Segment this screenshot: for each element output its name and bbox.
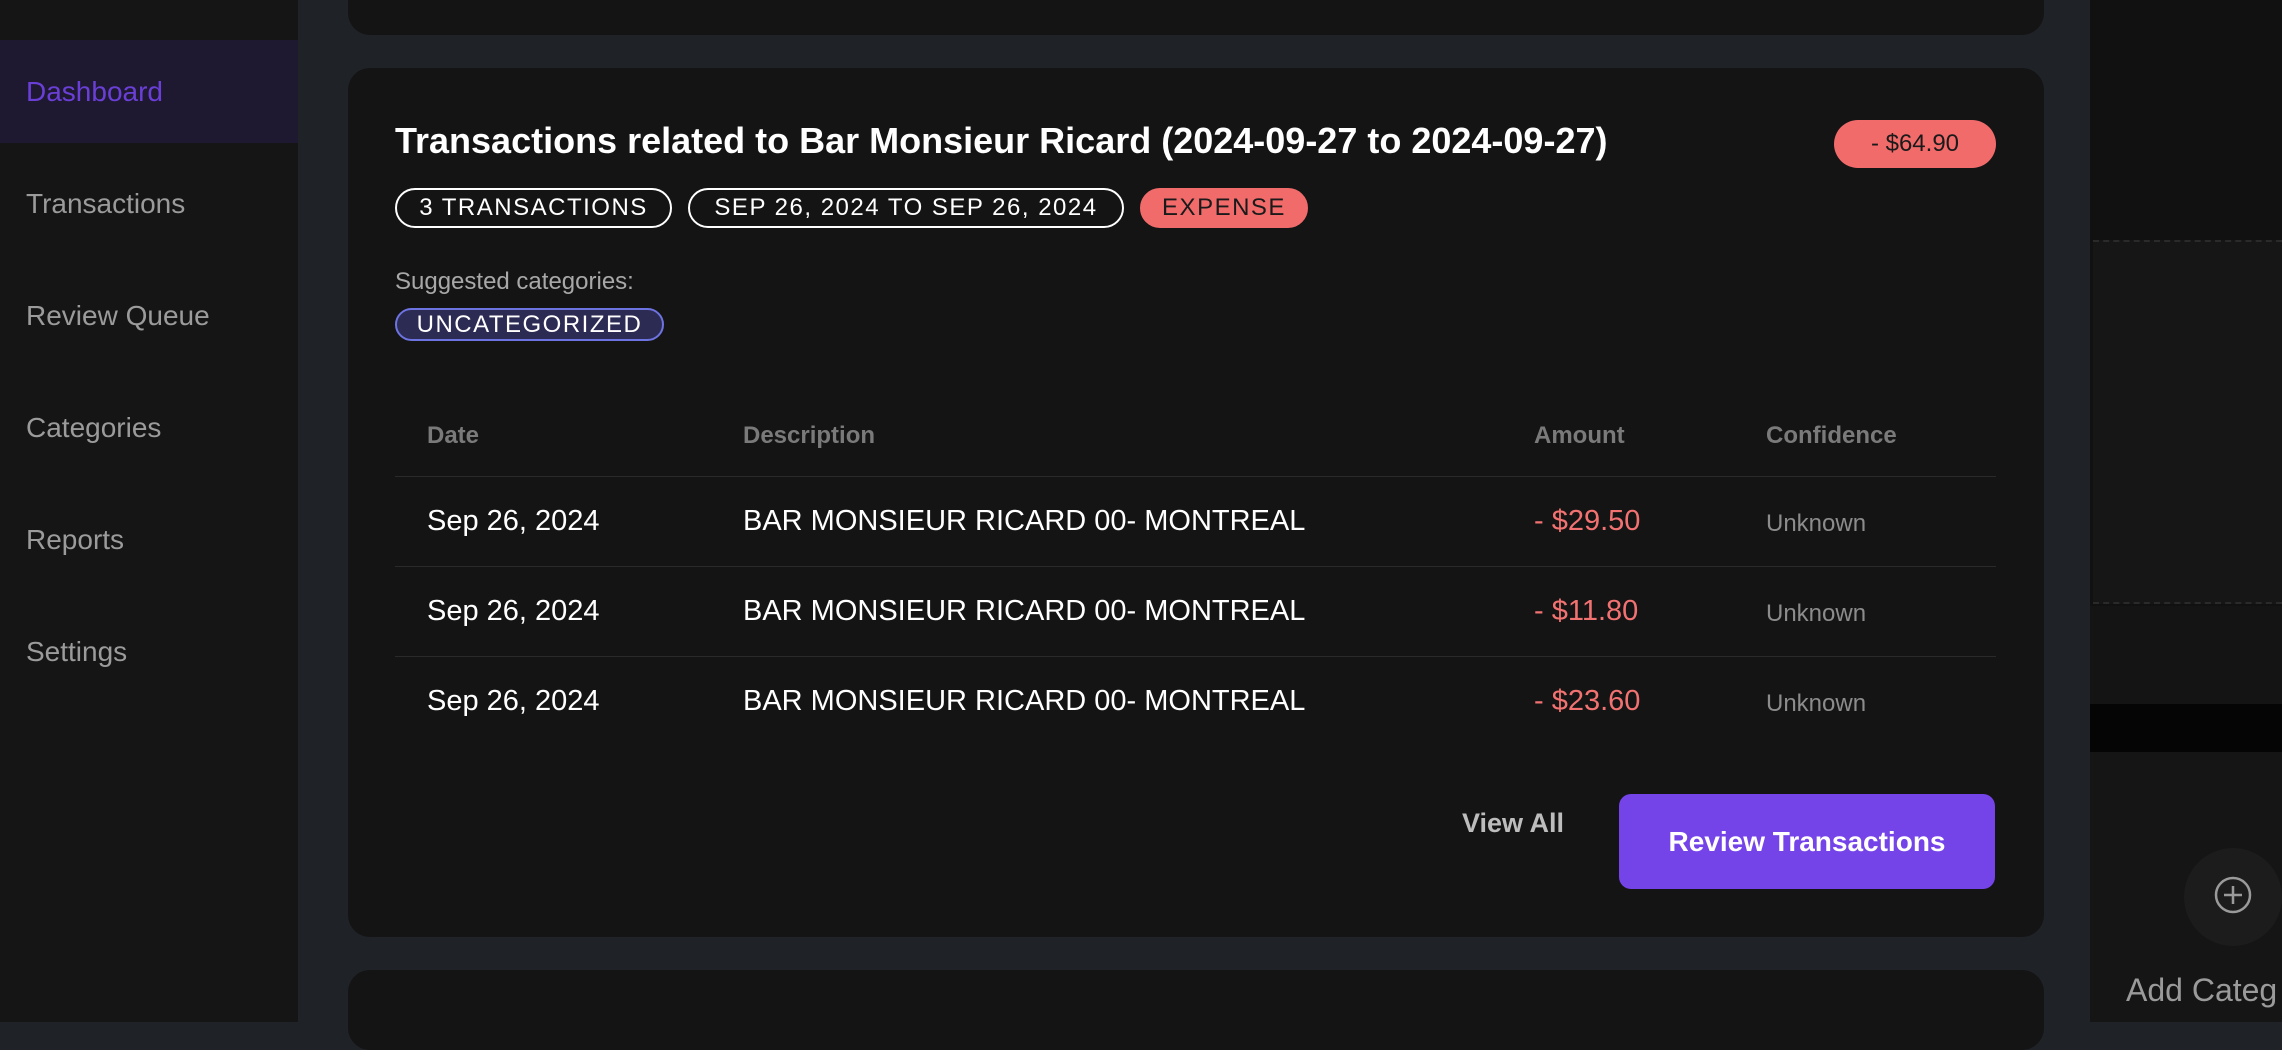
- suggested-categories-label: Suggested categories:: [395, 268, 634, 295]
- row-description: BAR MONSIEUR RICARD 00- MONTREAL: [743, 595, 1306, 627]
- sidebar-item-label: Categories: [26, 411, 162, 443]
- sidebar-item-categories[interactable]: Categories: [0, 376, 298, 479]
- row-confidence: Unknown: [1766, 600, 1867, 627]
- right-panel-divider: [2090, 704, 2282, 752]
- total-amount-badge: - $64.90: [1834, 120, 1996, 168]
- sidebar-item-label: Transactions: [26, 187, 186, 219]
- sidebar-item-reports[interactable]: Reports: [0, 488, 298, 591]
- column-header-confidence: Confidence: [1766, 422, 1897, 449]
- add-category-button[interactable]: [2184, 848, 2282, 946]
- row-date: Sep 26, 2024: [427, 505, 600, 537]
- sidebar-item-label: Dashboard: [26, 75, 163, 107]
- row-divider: [395, 476, 1996, 477]
- row-amount: - $11.80: [1534, 595, 1639, 627]
- transaction-count-chip: 3 TRANSACTIONS: [395, 188, 672, 228]
- row-divider: [395, 566, 1996, 567]
- column-header-amount: Amount: [1534, 422, 1625, 449]
- row-divider: [395, 656, 1996, 657]
- column-header-date: Date: [427, 422, 480, 449]
- row-date: Sep 26, 2024: [427, 595, 600, 627]
- add-category-label: Add Categ: [2126, 972, 2278, 1008]
- sidebar-item-label: Settings: [26, 635, 128, 667]
- row-confidence: Unknown: [1766, 690, 1867, 717]
- sidebar-item-transactions[interactable]: Transactions: [0, 152, 298, 255]
- row-amount: - $29.50: [1534, 505, 1641, 537]
- card-title: Transactions related to Bar Monsieur Ric…: [395, 120, 1608, 161]
- previous-card: [348, 0, 2044, 35]
- suggested-category-chip[interactable]: UNCATEGORIZED: [395, 308, 664, 341]
- sidebar-item-dashboard[interactable]: Dashboard: [0, 40, 298, 143]
- date-range-chip: SEP 26, 2024 TO SEP 26, 2024: [688, 188, 1124, 228]
- sidebar: Dashboard Transactions Review Queue Cate…: [0, 0, 298, 1022]
- row-description: BAR MONSIEUR RICARD 00- MONTREAL: [743, 685, 1306, 717]
- column-header-description: Description: [743, 422, 876, 449]
- plus-circle-icon: [2213, 875, 2253, 920]
- sidebar-item-label: Review Queue: [26, 299, 210, 331]
- review-transactions-button[interactable]: Review Transactions: [1619, 794, 1995, 889]
- row-date: Sep 26, 2024: [427, 685, 600, 717]
- next-card: [348, 970, 2044, 1050]
- expense-type-chip: EXPENSE: [1140, 188, 1308, 228]
- row-description: BAR MONSIEUR RICARD 00- MONTREAL: [743, 505, 1306, 537]
- category-drop-zone: [2093, 240, 2282, 604]
- row-confidence: Unknown: [1766, 510, 1867, 537]
- right-panel-section: [2090, 606, 2282, 704]
- view-all-link[interactable]: View All: [1462, 808, 1564, 839]
- row-amount: - $23.60: [1534, 685, 1641, 717]
- sidebar-item-review-queue[interactable]: Review Queue: [0, 264, 298, 367]
- sidebar-item-settings[interactable]: Settings: [0, 600, 298, 703]
- sidebar-item-label: Reports: [26, 523, 125, 555]
